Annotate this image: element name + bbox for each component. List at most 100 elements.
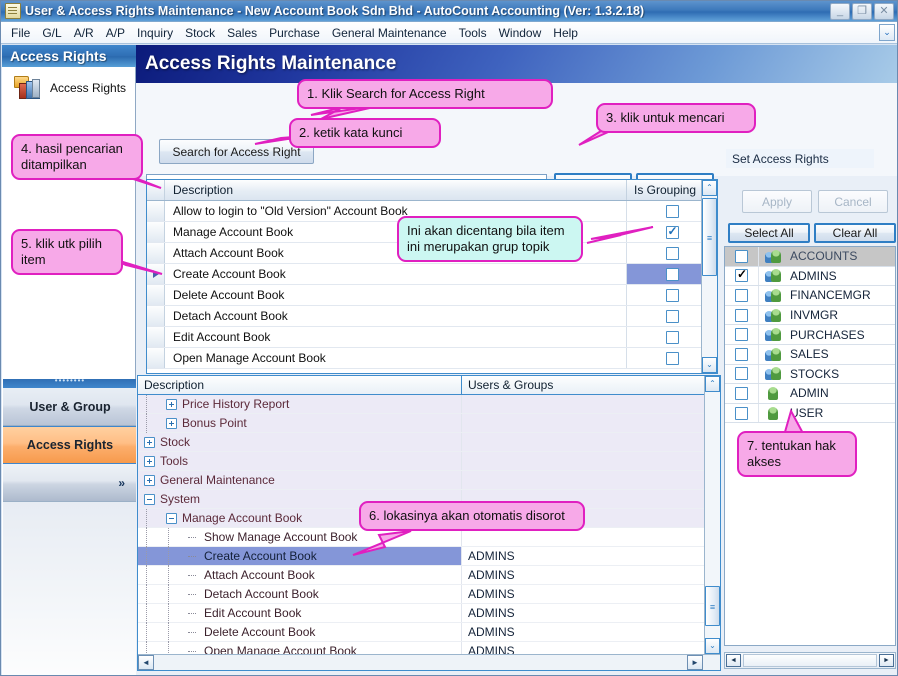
scroll-left-icon[interactable]: ◄ xyxy=(138,655,154,670)
user-checkbox[interactable] xyxy=(735,288,748,302)
expand-node-icon[interactable] xyxy=(166,398,177,410)
tree-row[interactable]: Stock xyxy=(138,433,704,452)
tree-column-users-groups[interactable]: Users & Groups xyxy=(462,376,720,394)
tree-cell-description[interactable]: Stock xyxy=(138,433,462,451)
tree-horizontal-scrollbar[interactable]: ◄ ► xyxy=(138,654,720,670)
row-selector[interactable] xyxy=(147,285,165,305)
sidebar-item-access-rights[interactable]: Access Rights xyxy=(2,67,135,105)
cancel-rights-button[interactable]: Cancel xyxy=(818,190,888,213)
user-checkbox[interactable] xyxy=(735,367,748,381)
user-checkbox[interactable] xyxy=(735,249,748,263)
grid-vertical-scrollbar[interactable]: ⌃ ≡ ⌄ xyxy=(701,180,717,373)
tree-cell-description[interactable]: Price History Report xyxy=(138,395,462,414)
menu-item-purchase[interactable]: Purchase xyxy=(263,24,326,42)
user-checkbox[interactable] xyxy=(735,267,748,283)
row-selector[interactable] xyxy=(147,348,165,368)
menu-item-file[interactable]: File xyxy=(5,24,36,42)
expand-node-icon[interactable] xyxy=(144,474,155,486)
users-list-horizontal-scrollbar[interactable]: ◄ ► xyxy=(724,652,896,669)
tree-vertical-scrollbar[interactable]: ⌃ ≡ ⌄ xyxy=(704,376,720,654)
menu-item-help[interactable]: Help xyxy=(547,24,584,42)
table-row[interactable]: Create Account Book xyxy=(147,264,717,285)
is-grouping-checkbox[interactable] xyxy=(665,204,679,218)
list-item[interactable]: SALES xyxy=(725,344,895,365)
is-grouping-checkbox[interactable] xyxy=(665,309,679,323)
user-checkbox-cell[interactable] xyxy=(725,247,759,266)
tree-row[interactable]: Price History Report xyxy=(138,395,704,414)
tree-row[interactable]: Edit Account Book ADMINS xyxy=(138,604,704,623)
user-checkbox-cell[interactable] xyxy=(725,266,759,286)
menu-item-gl[interactable]: G/L xyxy=(36,24,67,42)
is-grouping-checkbox[interactable] xyxy=(665,267,679,281)
row-selector[interactable] xyxy=(147,222,165,242)
user-checkbox-cell[interactable] xyxy=(725,403,759,423)
menu-item-ar[interactable]: A/R xyxy=(68,24,100,42)
tree-column-description[interactable]: Description xyxy=(138,376,462,394)
tree-cell-description[interactable]: Attach Account Book xyxy=(138,566,462,585)
user-checkbox-cell[interactable] xyxy=(725,344,759,364)
select-all-button[interactable]: Select All xyxy=(728,223,810,243)
is-grouping-checkbox[interactable] xyxy=(665,288,679,302)
is-grouping-checkbox[interactable] xyxy=(665,351,679,365)
user-checkbox[interactable] xyxy=(735,386,748,400)
apply-button[interactable]: Apply xyxy=(742,190,812,213)
user-checkbox-cell[interactable] xyxy=(725,384,759,403)
table-row[interactable]: Edit Account Book xyxy=(147,327,717,348)
is-grouping-checkbox[interactable] xyxy=(665,246,679,260)
scroll-thumb[interactable]: ≡ xyxy=(702,198,717,276)
table-row[interactable]: Open Manage Account Book xyxy=(147,348,717,369)
menu-item-stock[interactable]: Stock xyxy=(179,24,221,42)
menu-item-inquiry[interactable]: Inquiry xyxy=(131,24,179,42)
collapse-node-icon[interactable] xyxy=(144,493,155,505)
tree-cell-description[interactable]: Bonus Point xyxy=(138,414,462,433)
tree-row[interactable]: Create Account Book ADMINS xyxy=(138,547,704,566)
tree-row[interactable]: Bonus Point xyxy=(138,414,704,433)
nav-tab-user-and-group[interactable]: User & Group xyxy=(3,388,137,426)
grid-column-description[interactable]: Description xyxy=(165,180,627,200)
tree-row[interactable]: General Maintenance xyxy=(138,471,704,490)
user-checkbox[interactable] xyxy=(735,328,748,342)
maximize-button[interactable]: ❐ xyxy=(852,2,872,20)
table-row[interactable]: Detach Account Book xyxy=(147,306,717,327)
user-checkbox[interactable] xyxy=(735,406,748,420)
tree-row[interactable]: Delete Account Book ADMINS xyxy=(138,623,704,642)
list-item[interactable]: ADMINS xyxy=(725,266,895,287)
tree-cell-description[interactable]: Open Manage Account Book xyxy=(138,642,462,654)
menu-item-sales[interactable]: Sales xyxy=(221,24,263,42)
tree-row[interactable]: Detach Account Book ADMINS xyxy=(138,585,704,604)
row-selector[interactable] xyxy=(147,327,165,347)
menu-item-window[interactable]: Window xyxy=(493,24,548,42)
scroll-down-icon[interactable]: ⌄ xyxy=(702,357,717,373)
expand-node-icon[interactable] xyxy=(144,455,155,467)
expand-node-icon[interactable] xyxy=(144,436,155,448)
list-item[interactable]: ACCOUNTS xyxy=(725,247,895,267)
scroll-track[interactable] xyxy=(743,654,877,667)
nav-tab-access-rights[interactable]: Access Rights xyxy=(3,426,137,464)
scroll-thumb[interactable]: ≡ xyxy=(705,586,720,626)
menu-item-ap[interactable]: A/P xyxy=(100,24,131,42)
list-item[interactable]: INVMGR xyxy=(725,305,895,326)
user-checkbox[interactable] xyxy=(735,308,748,322)
chevron-down-icon[interactable]: ⌄ xyxy=(879,24,895,41)
tree-cell-description[interactable]: Edit Account Book xyxy=(138,604,462,623)
expand-node-icon[interactable] xyxy=(166,417,177,429)
scroll-left-icon[interactable]: ◄ xyxy=(726,654,741,667)
table-row[interactable]: Delete Account Book xyxy=(147,285,717,306)
nav-expand-button[interactable]: » xyxy=(3,464,137,502)
row-selector[interactable] xyxy=(147,306,165,326)
user-checkbox[interactable] xyxy=(735,347,748,361)
scroll-up-icon[interactable]: ⌃ xyxy=(702,180,717,196)
list-item[interactable]: STOCKS xyxy=(725,364,895,385)
is-grouping-checkbox[interactable] xyxy=(665,330,679,344)
collapse-node-icon[interactable] xyxy=(166,512,177,524)
panel-grip[interactable] xyxy=(3,379,137,388)
user-checkbox-cell[interactable] xyxy=(725,286,759,305)
minimize-button[interactable]: _ xyxy=(830,2,850,20)
tree-cell-description[interactable]: Delete Account Book xyxy=(138,623,462,642)
menu-item-general-maintenance[interactable]: General Maintenance xyxy=(326,24,453,42)
user-checkbox-cell[interactable] xyxy=(725,305,759,325)
tree-row[interactable]: Tools xyxy=(138,452,704,471)
scroll-right-icon[interactable]: ► xyxy=(879,654,894,667)
scroll-down-icon[interactable]: ⌄ xyxy=(705,638,720,654)
menu-item-tools[interactable]: Tools xyxy=(453,24,493,42)
